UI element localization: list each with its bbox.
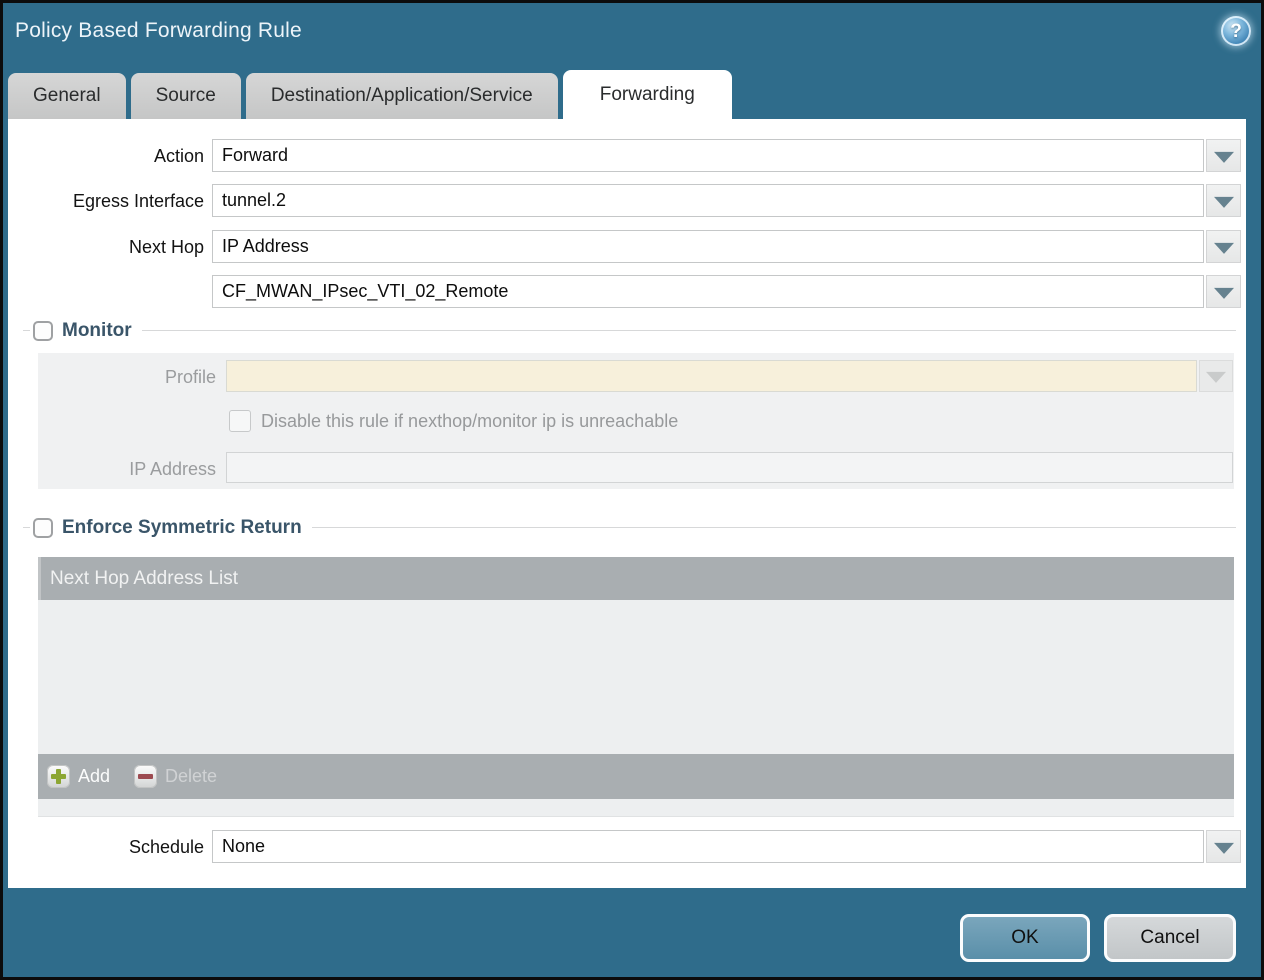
next-hop-type-dropdown[interactable]: IP Address bbox=[212, 230, 1204, 263]
next-hop-address-list-header: Next Hop Address List bbox=[38, 557, 1234, 600]
caret-down-icon bbox=[1214, 287, 1234, 298]
tab-forwarding[interactable]: Forwarding bbox=[563, 70, 732, 119]
next-hop-address-dropdown-button[interactable] bbox=[1206, 275, 1241, 308]
tab-bar: General Source Destination/Application/S… bbox=[8, 70, 732, 119]
delete-button-label: Delete bbox=[165, 766, 217, 787]
schedule-dropdown-button[interactable] bbox=[1206, 830, 1241, 863]
next-hop-label: Next Hop bbox=[8, 237, 204, 258]
egress-interface-dropdown[interactable]: tunnel.2 bbox=[212, 184, 1204, 217]
enforce-symmetric-return-checkbox[interactable] bbox=[33, 518, 53, 538]
egress-interface-label: Egress Interface bbox=[8, 191, 204, 212]
tab-general[interactable]: General bbox=[8, 73, 126, 119]
disable-rule-checkbox bbox=[229, 410, 251, 432]
egress-interface-dropdown-button[interactable] bbox=[1206, 184, 1241, 217]
next-hop-address-list-table: Next Hop Address List Add Delete bbox=[38, 557, 1234, 817]
schedule-dropdown[interactable]: None bbox=[212, 830, 1204, 863]
tab-source[interactable]: Source bbox=[131, 73, 241, 119]
action-dropdown-button[interactable] bbox=[1206, 139, 1241, 172]
next-hop-address-list-body[interactable] bbox=[38, 600, 1234, 754]
minus-icon bbox=[134, 765, 157, 788]
cancel-button[interactable]: Cancel bbox=[1104, 914, 1236, 962]
tab-destination-application-service[interactable]: Destination/Application/Service bbox=[246, 73, 558, 119]
schedule-label: Schedule bbox=[8, 837, 204, 858]
next-hop-row: Next Hop IP Address bbox=[8, 230, 1246, 263]
policy-based-forwarding-dialog: Policy Based Forwarding Rule ? General S… bbox=[0, 0, 1264, 980]
monitor-checkbox[interactable] bbox=[33, 321, 53, 341]
add-button[interactable]: Add bbox=[47, 765, 110, 788]
caret-down-icon bbox=[1214, 151, 1234, 162]
action-dropdown[interactable]: Forward bbox=[212, 139, 1204, 172]
ok-button[interactable]: OK bbox=[960, 914, 1090, 962]
caret-down-icon bbox=[1214, 242, 1234, 253]
monitor-ip-address-label: IP Address bbox=[38, 459, 216, 480]
monitor-ip-address-input bbox=[226, 452, 1233, 483]
next-hop-type-dropdown-button[interactable] bbox=[1206, 230, 1241, 263]
profile-dropdown-button bbox=[1199, 360, 1233, 392]
profile-label: Profile bbox=[38, 367, 216, 388]
disable-rule-label: Disable this rule if nexthop/monitor ip … bbox=[261, 411, 678, 432]
forwarding-tab-panel: Action Forward Egress Interface tunnel.2… bbox=[8, 119, 1246, 888]
disable-rule-row: Disable this rule if nexthop/monitor ip … bbox=[229, 410, 678, 432]
caret-down-icon bbox=[1214, 842, 1234, 853]
add-button-label: Add bbox=[78, 766, 110, 787]
action-label: Action bbox=[8, 146, 204, 167]
action-row: Action Forward bbox=[8, 139, 1246, 172]
monitor-panel: Profile Disable this rule if nexthop/mon… bbox=[38, 353, 1234, 489]
question-mark-glyph: ? bbox=[1221, 17, 1251, 47]
delete-button: Delete bbox=[134, 765, 217, 788]
profile-dropdown bbox=[226, 360, 1197, 392]
egress-interface-row: Egress Interface tunnel.2 bbox=[8, 184, 1246, 217]
next-hop-address-dropdown[interactable]: CF_MWAN_IPsec_VTI_02_Remote bbox=[212, 275, 1204, 308]
plus-icon bbox=[47, 765, 70, 788]
monitor-section-legend: Monitor bbox=[30, 320, 142, 342]
dialog-title: Policy Based Forwarding Rule bbox=[15, 19, 302, 43]
caret-down-icon bbox=[1206, 372, 1226, 383]
symmetric-return-section-legend: Enforce Symmetric Return bbox=[30, 517, 312, 539]
monitor-section-divider bbox=[23, 330, 1236, 331]
symmetric-return-section-title: Enforce Symmetric Return bbox=[62, 517, 302, 539]
next-hop-address-list-toolbar: Add Delete bbox=[38, 754, 1234, 799]
table-scroll-strip bbox=[38, 799, 1234, 817]
next-hop-address-row: CF_MWAN_IPsec_VTI_02_Remote bbox=[8, 275, 1246, 308]
caret-down-icon bbox=[1214, 196, 1234, 207]
help-icon[interactable]: ? bbox=[1221, 16, 1251, 46]
monitor-section-title: Monitor bbox=[62, 320, 132, 342]
schedule-row: Schedule None bbox=[8, 830, 1246, 863]
